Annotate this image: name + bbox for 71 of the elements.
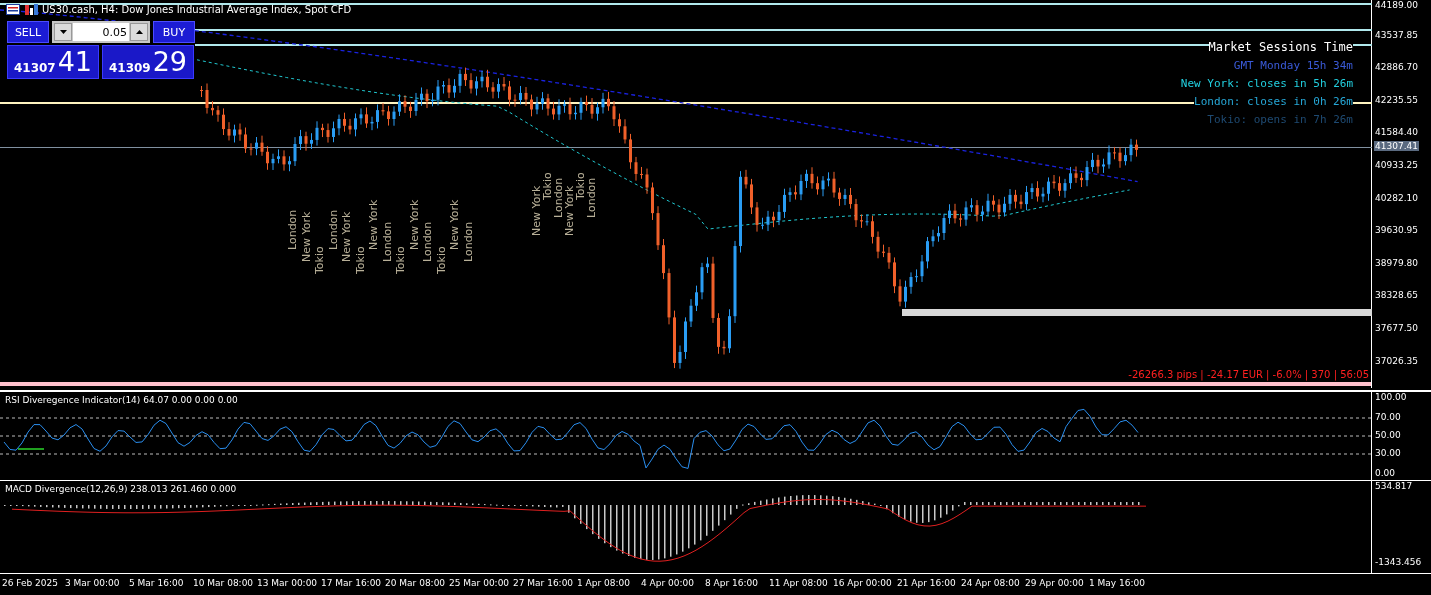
price-label: 39630.95 (1375, 225, 1418, 236)
session-label: London (380, 221, 394, 262)
price-big-digits: 29 (152, 46, 188, 78)
session-label: New York (407, 199, 421, 250)
indicator-title: MACD Divergence(12,26,9) 238.013 261.460 0.000 (5, 484, 237, 494)
time-label: 1 Apr 08:00 (577, 578, 630, 588)
session-label: New York (563, 185, 576, 236)
session-label: London (585, 177, 598, 218)
chart-title: US30.cash, H4: Dow Jones Industrial Average Index, Spot CFD (42, 3, 352, 15)
price-label: 43537.85 (1375, 29, 1418, 40)
session-label: London (552, 177, 565, 218)
session-label: New York (530, 185, 543, 236)
time-label: 24 Apr 08:00 (961, 578, 1020, 588)
time-label: 25 Mar 00:00 (449, 578, 510, 588)
rsi-label: 100.00 (1375, 392, 1407, 402)
time-label: 8 Apr 16:00 (705, 578, 758, 588)
time-label: 21 Apr 16:00 (897, 578, 956, 588)
price-label: 40933.25 (1375, 160, 1418, 170)
time-label: 10 Mar 08:00 (193, 578, 254, 588)
session-label: New York (340, 211, 353, 262)
time-label: 3 Mar 00:00 (65, 578, 120, 588)
session-label: Tokio (313, 246, 326, 274)
price-label: 37026.35 (1375, 355, 1418, 366)
time-label: 1 May 16:00 (1089, 578, 1145, 588)
rsi-label: 0.00 (1375, 468, 1396, 478)
price-label: 42886.70 (1375, 62, 1418, 73)
price-digits: 41307 (13, 61, 56, 77)
price-label: 38328.65 (1375, 290, 1418, 301)
session-label: New York (299, 211, 313, 262)
price-label: 40282.10 (1375, 192, 1418, 203)
price-label: 41584.40 (1375, 127, 1418, 138)
session-label: New York (448, 199, 461, 250)
price-label: 37677.50 (1375, 323, 1418, 333)
price-label: 44189.00 (1375, 0, 1418, 10)
time-label: 5 Mar 16:00 (129, 578, 184, 588)
session-label: London (421, 221, 434, 262)
time-label: 29 Apr 00:00 (1025, 578, 1084, 588)
ask-price[interactable]: 41309 29 (102, 45, 194, 79)
session-label: London (286, 209, 299, 250)
lot-size-field[interactable]: 0.05 (73, 23, 129, 41)
session-label: New York (367, 199, 380, 250)
price-label: 42235.55 (1375, 94, 1418, 105)
bid-price[interactable]: 41307 41 (7, 45, 99, 79)
rsi-label: 30.00 (1375, 448, 1401, 458)
buy-button[interactable]: BUY (153, 21, 195, 43)
session-label: Tokio (574, 172, 587, 200)
trade-stats: -26266.3 pips | -24.17 EUR | -6.0% | 370 | 56:05 (1128, 369, 1369, 380)
session-label: London (461, 221, 475, 262)
time-label: 13 Mar 00:00 (257, 578, 318, 588)
time-label: 20 Mar 08:00 (385, 578, 446, 588)
macd-label: -1343.456 (1375, 557, 1422, 567)
macd-label: 534.817 (1375, 481, 1413, 491)
time-label: 4 Apr 00:00 (641, 578, 694, 588)
session-label: Tokio (394, 246, 407, 274)
time-label: 11 Apr 08:00 (769, 578, 828, 588)
time-label: 26 Feb 2025 (2, 578, 58, 588)
session-label: Tokio (541, 172, 554, 200)
sell-button[interactable]: SELL (7, 21, 49, 43)
rsi-label: 70.00 (1375, 412, 1401, 422)
time-label: 17 Mar 16:00 (321, 578, 382, 588)
session-label: Tokio (353, 246, 367, 274)
time-label: 27 Mar 16:00 (513, 578, 574, 588)
rsi-label: 50.00 (1375, 430, 1401, 440)
price-label: 38979.80 (1375, 257, 1418, 268)
current-price-tag: 41307.41 (1374, 141, 1419, 151)
session-label: Tokio (434, 246, 448, 274)
price-digits: 41309 (108, 61, 151, 77)
price-big-digits: 41 (57, 46, 93, 78)
time-label: 16 Apr 00:00 (833, 578, 892, 588)
indicator-title: RSI Diveregence Indicator(14) 64.07 0.00 0.00 0.00 (5, 395, 238, 405)
session-label: London (326, 209, 340, 250)
